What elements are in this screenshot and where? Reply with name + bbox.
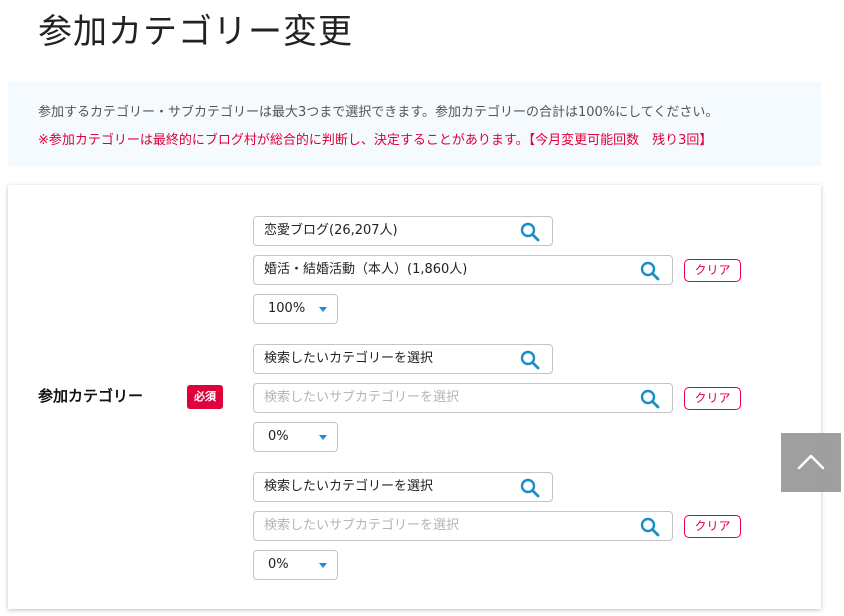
caret-down-icon <box>319 307 327 312</box>
category-form: 参加カテゴリー 必須 恋愛ブログ(26,207人) 婚活・結婚活動（本人）(1,… <box>8 185 821 609</box>
subcategory-select-1-value: 婚活・結婚活動（本人）(1,860人) <box>264 262 468 277</box>
category-select-2[interactable]: 検索したいカテゴリーを選択 <box>253 344 553 374</box>
chevron-up-icon <box>797 454 825 470</box>
subcategory-select-3[interactable]: 検索したいサブカテゴリーを選択 <box>253 511 673 541</box>
subcategory-select-3-placeholder: 検索したいサブカテゴリーを選択 <box>264 518 460 533</box>
category-select-3-value: 検索したいカテゴリーを選択 <box>264 479 434 494</box>
percent-select-2[interactable]: 0% <box>253 422 338 452</box>
caret-down-icon <box>319 563 327 568</box>
percent-value-3: 0% <box>268 557 289 572</box>
required-badge: 必須 <box>187 385 223 409</box>
percent-value-2: 0% <box>268 429 289 444</box>
search-icon <box>640 517 660 537</box>
category-label: 参加カテゴリー <box>38 387 144 405</box>
caret-down-icon <box>319 435 327 440</box>
info-box: 参加するカテゴリー・サブカテゴリーは最大3つまで選択できます。参加カテゴリーの合… <box>8 82 821 166</box>
search-icon <box>520 478 540 498</box>
percent-select-3[interactable]: 0% <box>253 550 338 580</box>
search-icon <box>520 350 540 370</box>
back-to-top-button[interactable] <box>781 433 841 492</box>
percent-select-1[interactable]: 100% <box>253 294 338 324</box>
warning-text: ※参加カテゴリーは最終的にブログ村が総合的に判断し、決定することがあります。【今… <box>38 133 713 148</box>
subcategory-select-2-placeholder: 検索したいサブカテゴリーを選択 <box>264 390 460 405</box>
category-select-1-value: 恋愛ブログ(26,207人) <box>264 223 398 238</box>
search-icon <box>640 261 660 281</box>
percent-value-1: 100% <box>268 301 306 316</box>
info-text: 参加するカテゴリー・サブカテゴリーは最大3つまで選択できます。参加カテゴリーの合… <box>38 105 719 120</box>
clear-button-1[interactable]: クリア <box>684 259 741 282</box>
category-select-3[interactable]: 検索したいカテゴリーを選択 <box>253 472 553 502</box>
subcategory-select-2[interactable]: 検索したいサブカテゴリーを選択 <box>253 383 673 413</box>
search-icon <box>640 389 660 409</box>
search-icon <box>520 222 540 242</box>
clear-button-3[interactable]: クリア <box>684 515 741 538</box>
clear-button-2[interactable]: クリア <box>684 387 741 410</box>
subcategory-select-1[interactable]: 婚活・結婚活動（本人）(1,860人) <box>253 255 673 285</box>
category-select-1[interactable]: 恋愛ブログ(26,207人) <box>253 216 553 246</box>
category-select-2-value: 検索したいカテゴリーを選択 <box>264 351 434 366</box>
page-title: 参加カテゴリー変更 <box>38 12 353 52</box>
